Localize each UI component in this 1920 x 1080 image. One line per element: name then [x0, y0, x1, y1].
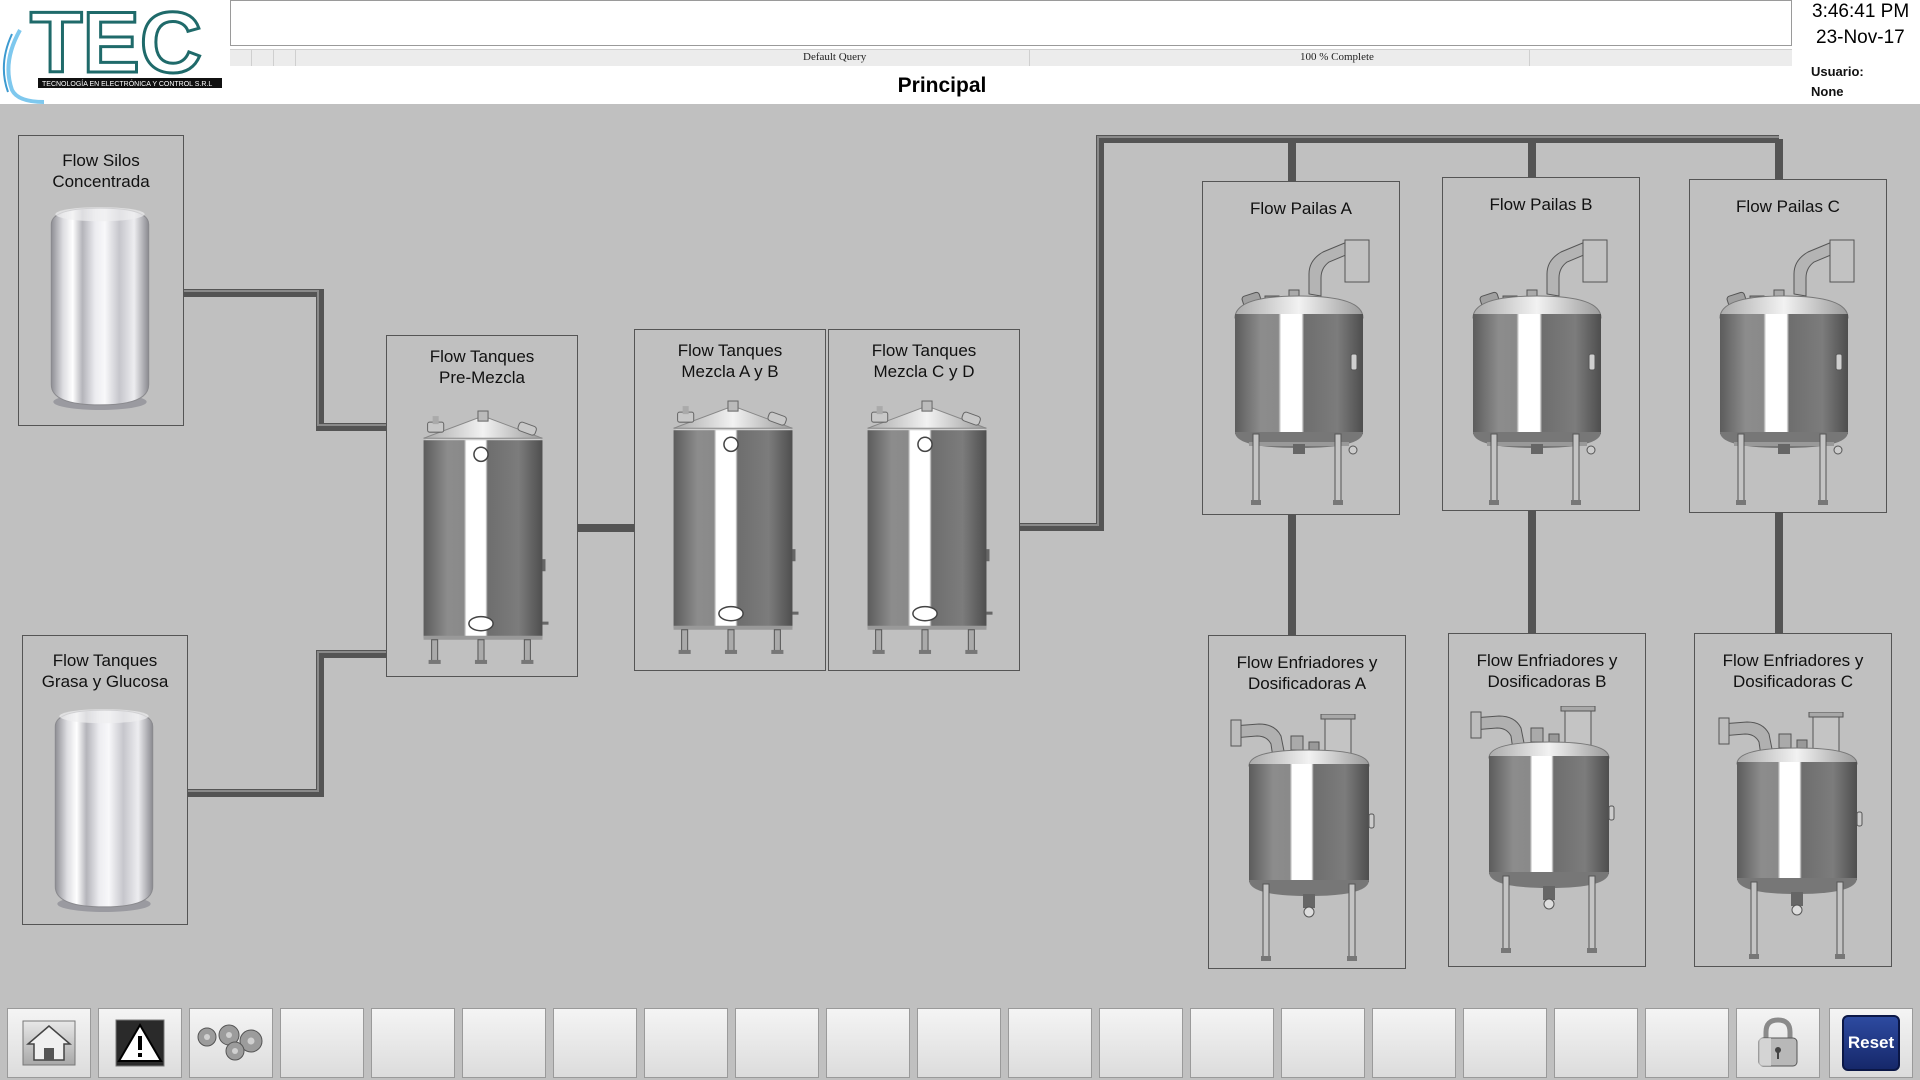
toolbar-empty-button[interactable] — [1463, 1008, 1547, 1078]
panel-flow-tanques-pre-mezcla[interactable]: Flow Tanques Pre-Mezcla — [386, 335, 578, 677]
toolbar-empty-button[interactable] — [1645, 1008, 1729, 1078]
toolbar-empty-button[interactable] — [462, 1008, 546, 1078]
reset-button[interactable]: Reset — [1842, 1015, 1900, 1071]
panel-flow-tanques-grasa-glucosa[interactable]: Flow Tanques Grasa y Glucosa — [22, 635, 188, 925]
reset-button-frame[interactable]: Reset — [1829, 1008, 1913, 1078]
mixing-tank — [403, 408, 559, 670]
panel-label: Flow Pailas B — [1489, 195, 1593, 214]
panel-flow-tanques-mezcla-c-d[interactable]: Flow Tanques Mezcla C y D — [828, 329, 1020, 671]
panel-flow-enfriadores-dosificadoras-c[interactable]: Flow Enfriadores y Dosificadoras C — [1694, 633, 1892, 967]
alarms-button[interactable] — [98, 1008, 182, 1078]
toolbar-empty-button[interactable] — [1554, 1008, 1638, 1078]
mixing-tank — [847, 398, 1003, 660]
bottom-toolbar: Reset — [0, 1003, 1920, 1080]
toolbar-empty-button[interactable] — [826, 1008, 910, 1078]
panel-label: Flow Tanques Mezcla C y D — [871, 341, 977, 381]
paila-kettle — [1229, 238, 1379, 508]
panel-flow-tanques-mezcla-a-b[interactable]: Flow Tanques Mezcla A y B — [634, 329, 826, 671]
panel-label: Flow Tanques Grasa y Glucosa — [41, 651, 169, 691]
toolbar-empty-button[interactable] — [1190, 1008, 1274, 1078]
panel-label: Flow Tanques Pre-Mezcla — [429, 347, 535, 387]
toolbar-empty-button[interactable] — [371, 1008, 455, 1078]
paila-kettle — [1467, 238, 1617, 508]
silo-tank — [41, 704, 167, 912]
panel-flow-enfriadores-dosificadoras-a[interactable]: Flow Enfriadores y Dosificadoras A — [1208, 635, 1406, 969]
toolbar-empty-button[interactable] — [735, 1008, 819, 1078]
toolbar-empty-button[interactable] — [1372, 1008, 1456, 1078]
toolbar-empty-button[interactable] — [553, 1008, 637, 1078]
paila-kettle — [1714, 238, 1864, 508]
cooler-dosifier-tank — [1469, 706, 1619, 956]
panel-label: Flow Enfriadores y Dosificadoras A — [1236, 653, 1378, 693]
gears-icon — [197, 1024, 263, 1061]
panel-label: Flow Enfriadores y Dosificadoras B — [1476, 651, 1618, 691]
padlock-icon — [1758, 1017, 1798, 1067]
mixing-tank — [653, 398, 809, 660]
toolbar-empty-button[interactable] — [280, 1008, 364, 1078]
panel-label: Flow Enfriadores y Dosificadoras C — [1722, 651, 1864, 691]
toolbar-empty-button[interactable] — [917, 1008, 1001, 1078]
panel-label: Flow Pailas A — [1249, 199, 1353, 218]
toolbar-empty-button[interactable] — [1008, 1008, 1092, 1078]
cooler-dosifier-tank — [1229, 714, 1379, 964]
settings-button[interactable] — [189, 1008, 273, 1078]
panel-flow-pailas-c[interactable]: Flow Pailas C — [1689, 179, 1887, 513]
pipe-grasa-to-premezcla — [187, 650, 388, 797]
panel-flow-pailas-b[interactable]: Flow Pailas B — [1442, 177, 1640, 511]
pipe-silos-to-premezcla — [184, 289, 388, 431]
panel-label: Flow Silos Concentrada — [52, 151, 150, 191]
panel-flow-silos-concentrada[interactable]: Flow Silos Concentrada — [18, 135, 184, 426]
panel-label: Flow Tanques Mezcla A y B — [677, 341, 783, 381]
warning-icon — [115, 1019, 165, 1067]
toolbar-empty-button[interactable] — [644, 1008, 728, 1078]
login-lock-button[interactable] — [1736, 1008, 1820, 1078]
cooler-dosifier-tank — [1717, 712, 1867, 962]
panel-flow-pailas-a[interactable]: Flow Pailas A — [1202, 181, 1400, 515]
home-button[interactable] — [7, 1008, 91, 1078]
toolbar-empty-button[interactable] — [1099, 1008, 1183, 1078]
toolbar-empty-button[interactable] — [1281, 1008, 1365, 1078]
panel-label: Flow Pailas C — [1736, 197, 1840, 216]
panel-flow-enfriadores-dosificadoras-b[interactable]: Flow Enfriadores y Dosificadoras B — [1448, 633, 1646, 967]
silo-tank — [37, 202, 163, 410]
home-icon — [22, 1020, 76, 1066]
